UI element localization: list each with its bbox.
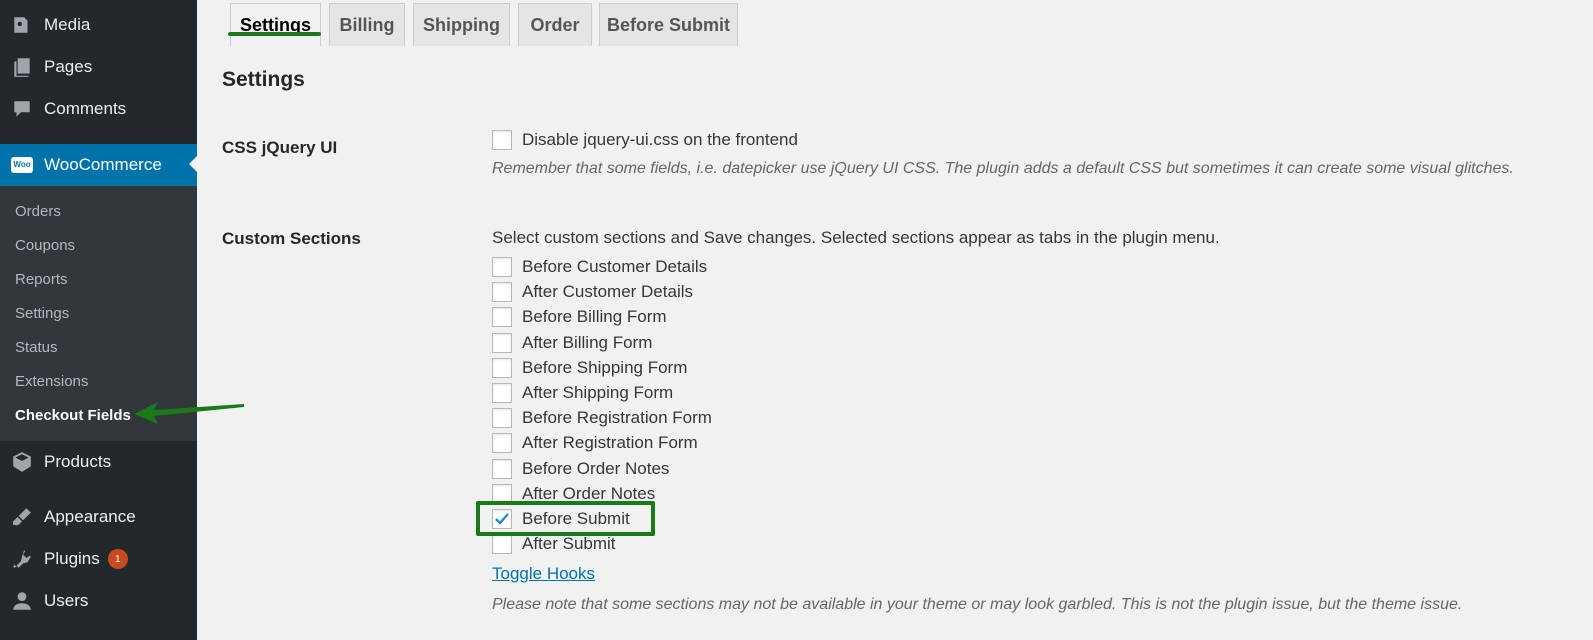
custom-sections-intro: Select custom sections and Save changes.… (492, 228, 1220, 247)
tab-before-submit[interactable]: Before Submit (599, 3, 738, 46)
section-option-label: After Shipping Form (522, 383, 674, 402)
section-option-label: Before Billing Form (522, 307, 667, 326)
sidebar-item-label: Users (44, 591, 89, 610)
section-option-after-registration-form[interactable]: After Registration Form (492, 432, 698, 454)
section-option-before-registration-form[interactable]: Before Registration Form (492, 407, 712, 429)
before-submit-highlight (476, 501, 655, 536)
section-checkbox-before-shipping-form[interactable] (492, 358, 512, 378)
section-checkbox-after-customer-details[interactable] (492, 282, 512, 302)
section-checkbox-before-customer-details[interactable] (492, 257, 512, 277)
sidebar-item-label: Media (44, 15, 91, 34)
submenu-item-status[interactable]: Status (15, 339, 58, 356)
page-title: Settings (222, 68, 305, 91)
disable-jquery-ui-option[interactable]: Disable jquery-ui.css on the frontend (492, 129, 798, 151)
tab-billing[interactable]: Billing (329, 3, 405, 46)
custom-sections-label: Custom Sections (222, 229, 361, 248)
sidebar-item-label: Plugins (44, 549, 100, 568)
submenu-item-coupons[interactable]: Coupons (15, 237, 75, 254)
sidebar-item-pages[interactable]: Pages (0, 47, 197, 87)
css-jquery-ui-description: Remember that some fields, i.e. datepick… (492, 160, 1514, 177)
sidebar-item-users[interactable]: Users (0, 581, 197, 621)
section-option-label: After Registration Form (522, 433, 698, 452)
section-option-after-billing-form[interactable]: After Billing Form (492, 332, 652, 354)
woo-icon: Woo (10, 153, 34, 177)
submenu-item-settings[interactable]: Settings (15, 305, 69, 322)
sidebar-item-label: Appearance (44, 507, 136, 526)
submenu-item-orders[interactable]: Orders (15, 203, 61, 220)
products-icon (10, 450, 34, 474)
section-option-before-shipping-form[interactable]: Before Shipping Form (492, 357, 687, 379)
woo-icon-text: Woo (11, 157, 33, 173)
disable-jquery-ui-checkbox[interactable] (492, 130, 512, 150)
section-checkbox-after-shipping-form[interactable] (492, 383, 512, 403)
media-icon (10, 13, 34, 37)
section-checkbox-before-registration-form[interactable] (492, 408, 512, 428)
section-option-after-shipping-form[interactable]: After Shipping Form (492, 382, 673, 404)
section-option-after-customer-details[interactable]: After Customer Details (492, 281, 693, 303)
section-checkbox-before-order-notes[interactable] (492, 459, 512, 479)
sidebar-item-media[interactable]: Media (0, 5, 197, 45)
appearance-icon (10, 505, 34, 529)
tab-annotation-underline (228, 32, 321, 36)
section-option-before-billing-form[interactable]: Before Billing Form (492, 306, 667, 328)
sidebar-item-label: Comments (44, 99, 127, 118)
sidebar-item-label: Pages (44, 57, 93, 76)
plugins-icon (10, 547, 34, 571)
tab-settings[interactable]: Settings (230, 3, 321, 46)
submenu-item-reports[interactable]: Reports (15, 271, 68, 288)
section-option-label: After Submit (522, 534, 616, 553)
pages-icon (10, 55, 34, 79)
tab-order[interactable]: Order (518, 3, 592, 46)
section-option-label: Before Registration Form (522, 408, 712, 427)
submenu-item-extensions[interactable]: Extensions (15, 373, 88, 390)
sidebar-item-products[interactable]: Products (0, 442, 197, 482)
sidebar-item-label: Products (44, 452, 112, 471)
sidebar-item-plugins[interactable]: Plugins 1 (0, 539, 197, 579)
admin-sidebar: Media Pages Comments Woo WooCommerce Ord… (0, 0, 197, 640)
sidebar-item-appearance[interactable]: Appearance (0, 497, 197, 537)
section-checkbox-before-billing-form[interactable] (492, 307, 512, 327)
section-option-label: Before Shipping Form (522, 358, 688, 377)
comments-icon (10, 97, 34, 121)
section-option-before-order-notes[interactable]: Before Order Notes (492, 458, 669, 480)
section-option-label: After Customer Details (522, 282, 693, 301)
submenu-item-checkout-fields[interactable]: Checkout Fields (15, 407, 131, 424)
section-checkbox-after-submit[interactable] (492, 534, 512, 554)
tab-shipping[interactable]: Shipping (413, 3, 510, 46)
disable-jquery-ui-label: Disable jquery-ui.css on the frontend (522, 130, 798, 149)
section-option-before-customer-details[interactable]: Before Customer Details (492, 256, 707, 278)
sidebar-item-comments[interactable]: Comments (0, 89, 197, 129)
sidebar-item-label: WooCommerce (44, 155, 162, 174)
section-option-label: Before Order Notes (522, 459, 670, 478)
sidebar-item-woocommerce[interactable]: Woo WooCommerce (0, 144, 197, 186)
custom-sections-note: Please note that some sections may not b… (492, 596, 1463, 613)
toggle-hooks-link[interactable]: Toggle Hooks (492, 564, 595, 584)
annotation-arrow-icon (134, 402, 244, 424)
section-option-after-submit[interactable]: After Submit (492, 533, 616, 555)
plugins-update-badge: 1 (107, 549, 128, 569)
section-checkbox-after-billing-form[interactable] (492, 333, 512, 353)
section-checkbox-after-registration-form[interactable] (492, 433, 512, 453)
users-icon (10, 589, 34, 613)
css-jquery-ui-label: CSS jQuery UI (222, 138, 338, 157)
section-option-label: After Billing Form (522, 333, 653, 352)
section-option-label: Before Customer Details (522, 257, 708, 276)
